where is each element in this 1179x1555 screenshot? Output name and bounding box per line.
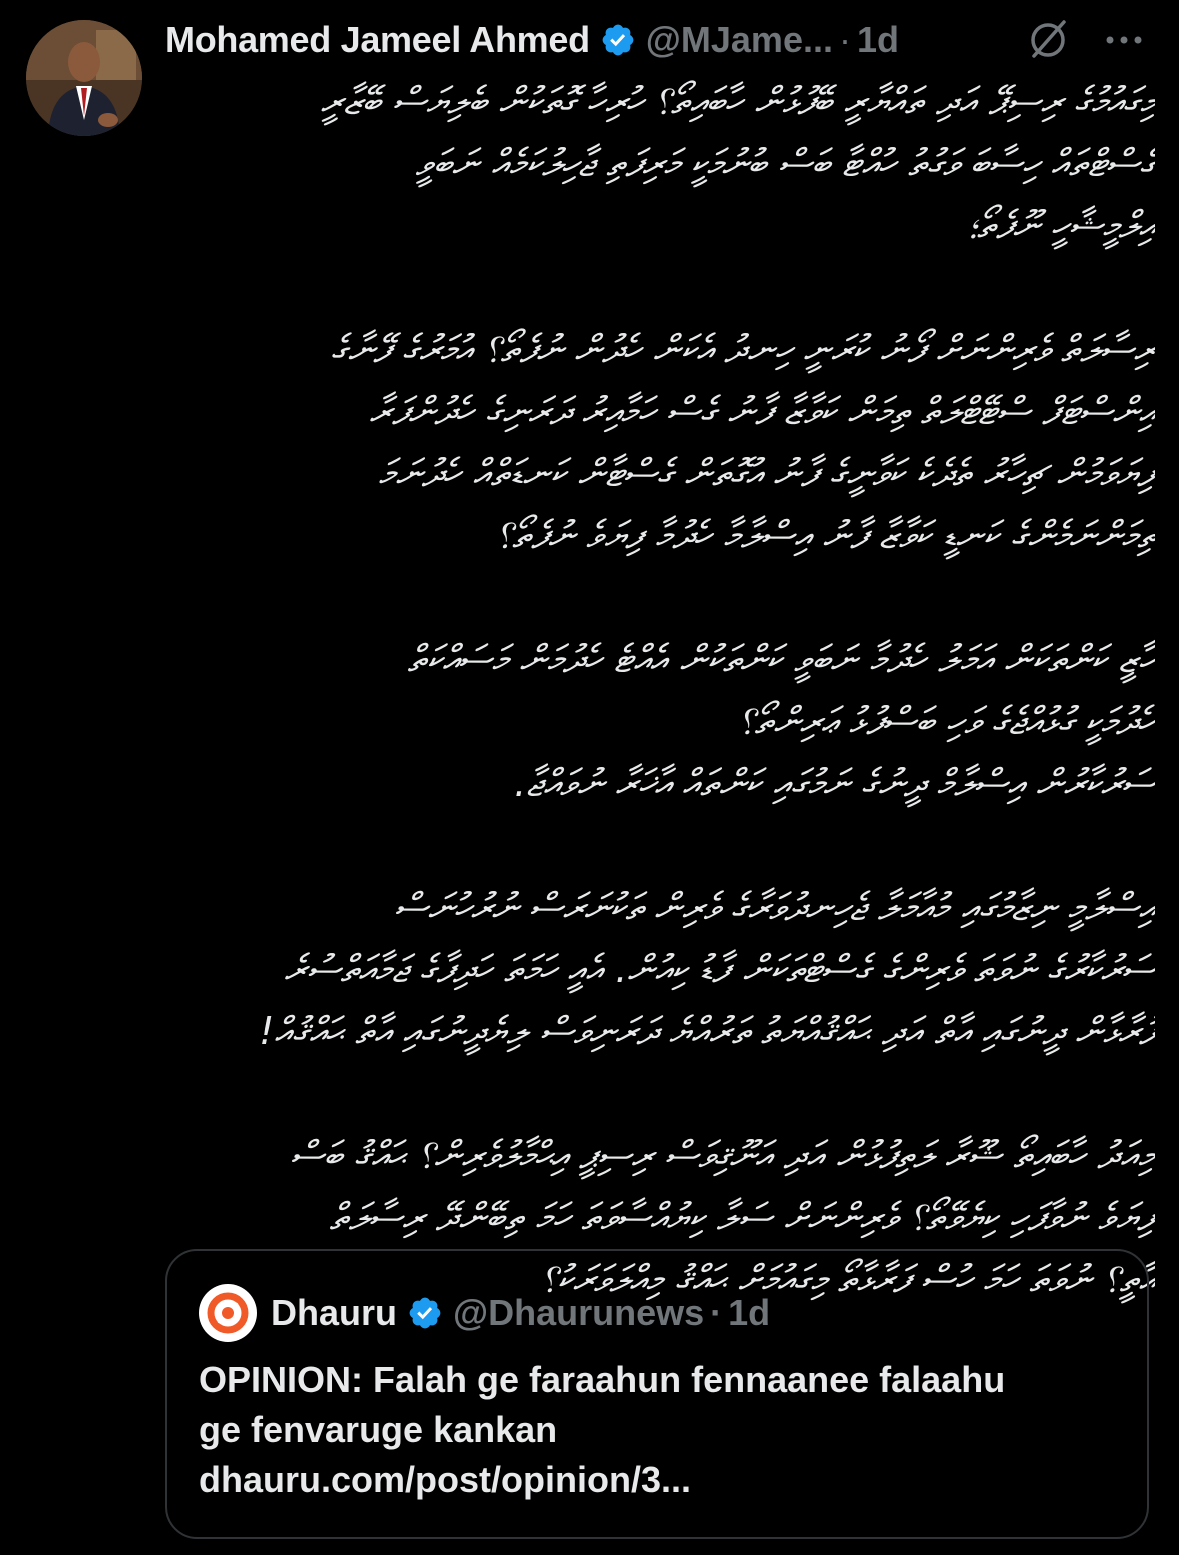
tweet-paragraph: އިސްލާމީ ނިޒާމުގައި މުއާމަލާ ޖެހިނދުވަރާ… bbox=[165, 876, 1155, 1062]
tweet-text-line: ތިމަންނަމެންގެ ކަނޑީ ކަވާޒާ ފާނު އިސްލާމ… bbox=[495, 513, 1155, 557]
grok-icon[interactable] bbox=[1024, 16, 1072, 64]
tweet-text-line: މިއަދު ހާބައިތޯ ޝޫރާ ލަތިފުޅުން އަދި އަނ… bbox=[290, 1133, 1155, 1177]
quoted-author-display-name[interactable]: Dhauru bbox=[271, 1292, 397, 1334]
tweet-text-line: ހެދުމަކީ ގުޅުއްޖެގެ ވަހި ބަސްފުޅު ޢަރިން… bbox=[737, 699, 1155, 743]
quoted-author-avatar[interactable] bbox=[199, 1284, 257, 1342]
quoted-text-line: ge fenvaruge kankan bbox=[199, 1409, 558, 1450]
tweet-text-line: ފުރާޅާން ދީނުގައި އާތް އަދި ޙައްޤުއްޔަތު… bbox=[259, 1009, 1155, 1053]
tweet-paragraph: ހާޒީ ކަންތަކަން އަމަލު ހެދުމާ ނަބަވީ ކަނ… bbox=[165, 628, 1155, 814]
more-options-icon[interactable] bbox=[1100, 24, 1148, 56]
tweet-text-line: ގެސްޓްތައް ހިސާބަ ވަގުތު ހުއްޓާ ބަސް ބުނ… bbox=[415, 141, 1155, 185]
verified-badge-icon[interactable] bbox=[600, 22, 636, 58]
quoted-tweet-card[interactable]: Dhauru @Dhaurunews · 1d OPINION: Falah g… bbox=[165, 1249, 1149, 1539]
tweet-paragraph: ރިސާލަތް ވެރިންނަށް ފޯނު ކުރަނީ ހިނދު އެ… bbox=[165, 318, 1155, 566]
author-handle[interactable]: @MJame... bbox=[646, 19, 833, 61]
dhauru-logo-icon bbox=[207, 1292, 249, 1334]
tweet-header: Mohamed Jameel Ahmed @MJame... · 1d bbox=[165, 14, 1155, 66]
verified-badge-icon[interactable] bbox=[407, 1295, 443, 1331]
tweet: Mohamed Jameel Ahmed @MJame... · 1d މިގަ… bbox=[0, 0, 1179, 1555]
quoted-link[interactable]: dhauru.com/post/opinion/3... bbox=[199, 1455, 1119, 1505]
tweet-text-line: ސަރުކާރުން އިސްލާމް ދީނުގެ ނަމުގައި ކަން… bbox=[514, 761, 1155, 805]
quoted-tweet-timestamp[interactable]: 1d bbox=[728, 1292, 770, 1334]
separator-dot: · bbox=[710, 1292, 723, 1333]
tweet-text-line: އިސްލާމީ ނިޒާމުގައި މުއާމަލާ ޖެހިނދުވަރާ… bbox=[394, 885, 1155, 929]
tweet-text-line: އިންސްޓަފް ސްޓޭޓްލަތް ތިމަން ކަވާޒާ ފާނު… bbox=[369, 389, 1155, 433]
tweet-text-line: ފިޔަވަމުން ޗިހާރު ތެދެކެ ކަވާނީގެ ފާނު އ… bbox=[378, 451, 1155, 495]
quoted-tweet-text: OPINION: Falah ge faraahun fennaanee fal… bbox=[199, 1355, 1119, 1505]
tweet-body: މިގައުމުގެ ރިސިޕޭ އަދި ތައްޔާރީ ބޭފުޅުން… bbox=[165, 70, 1155, 1310]
profile-photo bbox=[26, 20, 142, 136]
tweet-text-line: މިގައުމުގެ ރިސިޕޭ އަދި ތައްޔާރީ ބޭފުޅުން… bbox=[320, 79, 1155, 123]
tweet-timestamp[interactable]: 1d bbox=[857, 19, 899, 61]
tweet-text-line: އިލްމީޝާހީ ނޫފެތޯ؛ bbox=[967, 203, 1156, 247]
author-avatar[interactable] bbox=[26, 20, 142, 136]
tweet-text-line: ހާޒީ ކަންތަކަން އަމަލު ހެދުމާ ނަބަވީ ކަނ… bbox=[407, 637, 1155, 681]
tweet-text-line: ރިސާލަތް ވެރިންނަށް ފޯނު ކުރަނީ ހިނދު އެ… bbox=[330, 327, 1155, 371]
tweet-text-line: ފިޔަވެ ނުވާފަހި ކިޔެވޭތޯ؟ ވެރިންނަށް ސަލ… bbox=[329, 1195, 1155, 1239]
tweet-paragraph: މިގައުމުގެ ރިސިޕޭ އަދި ތައްޔާރީ ބޭފުޅުން… bbox=[165, 70, 1155, 256]
quoted-text-line: OPINION: Falah ge faraahun fennaanee fal… bbox=[199, 1359, 1006, 1400]
quoted-author-handle[interactable]: @Dhaurunews bbox=[453, 1292, 704, 1334]
author-display-name[interactable]: Mohamed Jameel Ahmed bbox=[165, 19, 590, 61]
tweet-text-line: ސަރުކާރުގެ ނުވަތަ ވެރިންގެ ގެސްޓްތަކަން … bbox=[284, 947, 1155, 991]
quoted-tweet-header: Dhauru @Dhaurunews · 1d bbox=[199, 1281, 770, 1345]
separator-dot: · bbox=[838, 19, 851, 60]
